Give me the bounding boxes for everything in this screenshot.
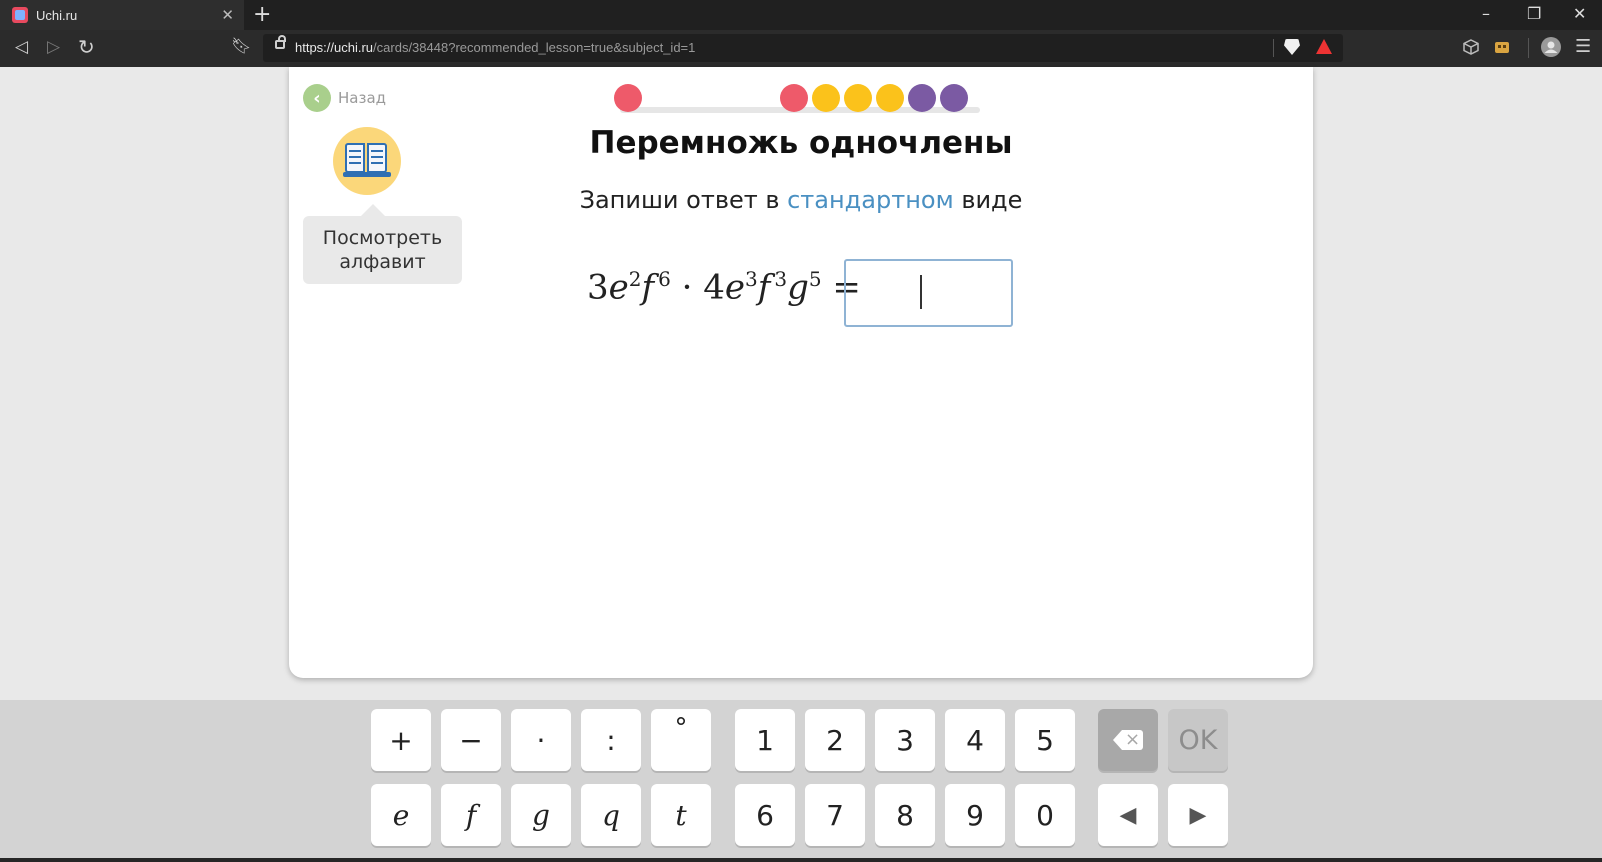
close-window-button[interactable]: ✕ xyxy=(1573,4,1586,23)
brave-rewards-icon[interactable] xyxy=(1316,39,1332,54)
browser-tab[interactable]: Uchi.ru ✕ xyxy=(0,0,244,30)
math-expression: 3e2f 6 · 4e3f 3g5 = xyxy=(587,267,861,308)
progress-dot xyxy=(614,84,642,112)
page-title: Перемножь одночлены xyxy=(589,125,1013,161)
standard-form-link[interactable]: стандартном xyxy=(787,186,954,214)
key-minus[interactable]: − xyxy=(441,709,501,771)
key-3[interactable]: 3 xyxy=(875,709,935,771)
progress-dot xyxy=(876,84,904,112)
backspace-icon xyxy=(1113,730,1143,750)
url-text: https://uchi.ru/cards/38448?recommended_… xyxy=(295,40,696,55)
key-plus[interactable]: + xyxy=(371,709,431,771)
progress-dot xyxy=(940,84,968,112)
key-t[interactable]: t xyxy=(651,784,711,846)
tooltip-line-1: Посмотреть xyxy=(322,227,443,249)
back-button[interactable]: ‹ Назад xyxy=(303,84,386,112)
browser-toolbar: ◁ ▷ ↻ 🔖︎ https://uchi.ru/cards/38448?rec… xyxy=(0,30,1602,67)
lock-icon xyxy=(275,35,286,49)
cursor-left-key[interactable]: ◀ xyxy=(1098,784,1158,846)
key-0[interactable]: 0 xyxy=(1015,784,1075,846)
restore-button[interactable]: ❐ xyxy=(1527,4,1541,23)
brave-shield-icon[interactable] xyxy=(1284,39,1300,55)
extension-cube-icon[interactable] xyxy=(1463,39,1479,55)
site-favicon-icon xyxy=(12,7,28,23)
text-caret xyxy=(920,275,922,309)
math-keyboard: +−·:° 12345 efgqt67890 OK ◀ ▶ xyxy=(0,700,1602,862)
new-tab-button[interactable]: + xyxy=(253,2,271,27)
tooltip-line-2: алфавит xyxy=(339,251,426,273)
chevron-left-icon: ‹ xyxy=(303,84,331,112)
key-e[interactable]: e xyxy=(371,784,431,846)
key-multiply[interactable]: · xyxy=(511,709,571,771)
lesson-card: ‹ Назад Посмотреть алфавит Перемножь одно… xyxy=(289,67,1313,678)
toolbar-separator xyxy=(1528,38,1529,58)
key-g[interactable]: g xyxy=(511,784,571,846)
back-label: Назад xyxy=(338,89,387,107)
key-7[interactable]: 7 xyxy=(805,784,865,846)
key-q[interactable]: q xyxy=(581,784,641,846)
key-1[interactable]: 1 xyxy=(735,709,795,771)
key-2[interactable]: 2 xyxy=(805,709,865,771)
progress-dot xyxy=(812,84,840,112)
backspace-key[interactable] xyxy=(1098,709,1158,771)
bookmark-icon[interactable]: 🔖︎ xyxy=(231,36,251,55)
minimize-button[interactable]: – xyxy=(1482,4,1490,23)
omnibox-separator xyxy=(1273,39,1274,57)
back-arrow-icon[interactable]: ◁ xyxy=(15,37,28,57)
cursor-right-key[interactable]: ▶ xyxy=(1168,784,1228,846)
view-alphabet-tooltip[interactable]: Посмотреть алфавит xyxy=(303,204,462,284)
menu-icon[interactable]: ☰ xyxy=(1575,36,1591,57)
progress-dot xyxy=(908,84,936,112)
key-divide[interactable]: : xyxy=(581,709,641,771)
ok-key[interactable]: OK xyxy=(1168,709,1228,771)
key-9[interactable]: 9 xyxy=(945,784,1005,846)
key-8[interactable]: 8 xyxy=(875,784,935,846)
taskbar-strip xyxy=(0,858,1602,862)
key-5[interactable]: 5 xyxy=(1015,709,1075,771)
key-f[interactable]: f xyxy=(441,784,501,846)
answer-input[interactable] xyxy=(844,259,1013,327)
reload-icon[interactable]: ↻ xyxy=(78,35,95,59)
tab-title: Uchi.ru xyxy=(36,7,78,23)
task-instruction: Запиши ответ в стандартном виде xyxy=(579,186,1023,214)
profile-avatar-icon[interactable] xyxy=(1541,37,1561,57)
key-6[interactable]: 6 xyxy=(735,784,795,846)
browser-tab-bar: Uchi.ru ✕ + – ❐ ✕ xyxy=(0,0,1602,30)
tab-close-icon[interactable]: ✕ xyxy=(221,6,234,24)
key-4[interactable]: 4 xyxy=(945,709,1005,771)
progress-dot xyxy=(844,84,872,112)
address-bar[interactable]: https://uchi.ru/cards/38448?recommended_… xyxy=(263,34,1343,62)
progress-dot xyxy=(780,84,808,112)
forward-arrow-icon[interactable]: ▷ xyxy=(47,37,60,57)
wallet-extension-icon[interactable] xyxy=(1494,39,1510,55)
key-degree[interactable]: ° xyxy=(651,709,711,771)
